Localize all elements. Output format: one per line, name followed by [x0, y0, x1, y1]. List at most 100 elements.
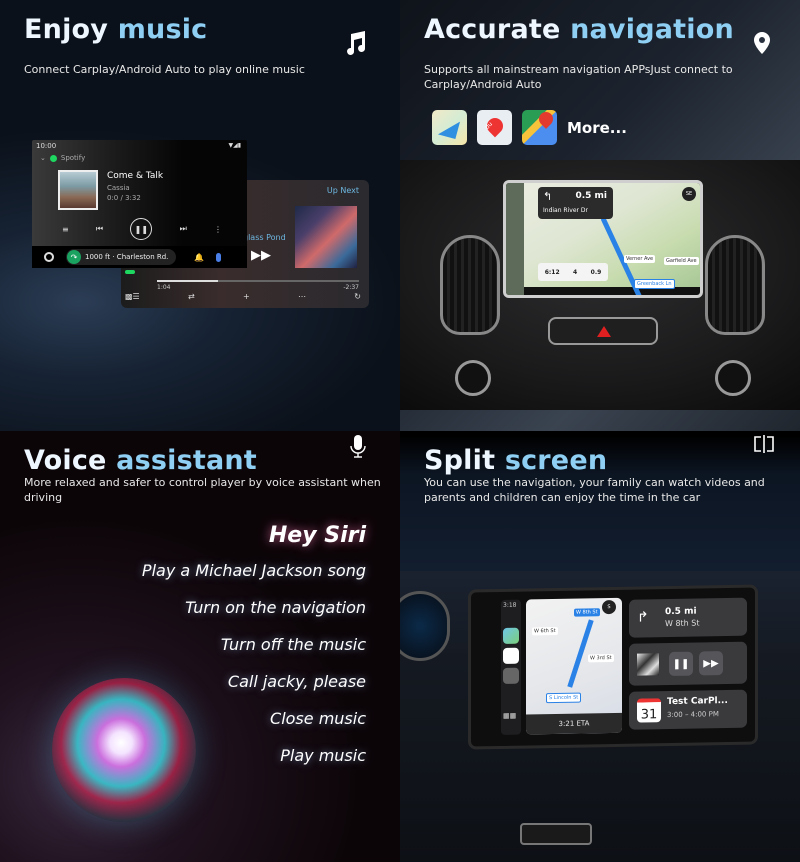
siri-orb-icon[interactable]	[52, 678, 196, 822]
panel-enjoy-music: Enjoy music Connect Carplay/Android Auto…	[0, 0, 400, 431]
voice-command: Turn on the navigation	[185, 598, 366, 617]
panel-description: Supports all mainstream navigation APPsJ…	[424, 63, 733, 91]
hazard-icon	[597, 326, 611, 337]
eta-box[interactable]: 6:12 4 0.9	[538, 263, 608, 281]
app-name: Spotify	[60, 154, 86, 162]
turn-right-icon: ↷	[67, 250, 81, 264]
media-controls: ≡ ⏮ ❚❚ ⏭ ⋮	[62, 218, 222, 240]
calendar-tile[interactable]: 31 Test CarPl... 3:00 – 4:00 PM	[629, 689, 747, 730]
panel-title: Split screen	[424, 445, 608, 476]
street-label: Greenback Ln	[634, 279, 675, 289]
settings-app-icon[interactable]	[503, 667, 519, 684]
album-art	[637, 653, 659, 676]
panel-split-screen: Split screen You can use the navigation,…	[400, 431, 800, 862]
carplay-sidebar: 3:18 ▦▦	[501, 599, 521, 735]
now-playing-tile: ❚❚ ▶▶	[629, 641, 747, 686]
compass-badge[interactable]: SE	[682, 187, 696, 201]
queue-icon[interactable]: ≡	[62, 225, 69, 234]
navigation-chip[interactable]: ↷ 1000 ft · Charleston Rd.	[66, 249, 177, 265]
baidu-maps-icon[interactable]	[477, 110, 512, 145]
panel-title: Accurate navigation	[424, 14, 734, 45]
music-app-icon[interactable]	[503, 647, 519, 664]
more-vert-icon[interactable]: ⋮	[214, 225, 222, 234]
navigation-app-icon[interactable]	[432, 110, 467, 145]
map-view[interactable]: ↰ 0.5 mi Indian River Dr SE Verner Ave G…	[524, 183, 700, 295]
nav-text: 1000 ft · Charleston Rd.	[85, 253, 169, 261]
panel-description: You can use the navigation, your family …	[424, 476, 765, 504]
chevron-down-icon[interactable]: ⌄	[40, 154, 46, 162]
artist-name: Cassia	[107, 184, 130, 192]
layout-icon[interactable]: ▩☰	[125, 292, 140, 301]
profile-badge[interactable]: S	[602, 599, 616, 615]
song-title: Come & Talk	[107, 171, 164, 181]
maps-app-icon[interactable]	[503, 627, 519, 644]
progress-bar[interactable]	[157, 280, 359, 282]
next-icon[interactable]: ⏭	[180, 224, 187, 234]
repeat-icon[interactable]: ↻	[354, 292, 361, 301]
street-label: W 3rd St	[588, 653, 614, 663]
music-note-icon	[347, 31, 366, 55]
turn-left-icon: ↰	[543, 190, 553, 203]
map-view[interactable]: W 6th St W 8th St W 3rd St S Lincoln St …	[526, 597, 622, 735]
panel-title: Enjoy music	[24, 14, 208, 45]
album-art	[58, 170, 98, 210]
eta-bar[interactable]: 3:21 ETA	[526, 712, 622, 735]
pause-button[interactable]: ❚❚	[130, 218, 153, 240]
pause-button[interactable]: ❚❚	[669, 651, 693, 677]
fast-forward-icon[interactable]: ▶▶	[251, 248, 271, 263]
fast-forward-button[interactable]: ▶▶	[699, 651, 723, 676]
app-grid-icon[interactable]: ▦▦	[503, 712, 519, 728]
elapsed-time: 1:04	[157, 284, 171, 291]
carplay-sidebar	[506, 183, 524, 295]
split-screen-icon	[754, 435, 774, 453]
wake-word: Hey Siri	[268, 523, 366, 548]
voice-command: Play a Michael Jackson song	[141, 561, 366, 580]
air-vent	[705, 235, 765, 335]
street-label: Garfield Ave	[664, 257, 699, 265]
event-title: Test CarPl...	[667, 695, 728, 708]
app-header[interactable]: ⌄ Spotify	[40, 154, 85, 162]
player-controls: ▩☰ ⇄ + ⋯ ↻	[125, 292, 361, 301]
carplay-screen: ↰ 0.5 mi Indian River Dr SE Verner Ave G…	[503, 180, 703, 298]
voice-command: Call jacky, please	[227, 672, 366, 691]
hazard-button[interactable]	[548, 317, 658, 345]
panel-description: Connect Carplay/Android Auto to play onl…	[24, 63, 305, 76]
engine-start-button[interactable]	[455, 360, 491, 396]
panel-description: More relaxed and safer to control player…	[24, 476, 381, 504]
microphone-icon[interactable]	[216, 252, 222, 262]
bell-icon[interactable]: 🔔	[194, 253, 204, 262]
up-next-label[interactable]: Up Next	[327, 186, 359, 195]
more-apps-link[interactable]: More...	[567, 119, 627, 137]
turn-tile[interactable]: ↱ 0.5 mi W 8th St	[629, 597, 747, 638]
spotify-indicator	[125, 270, 135, 274]
previous-icon[interactable]: ⏮	[96, 224, 103, 234]
signal-icon: ▼◢▮	[228, 142, 241, 149]
more-icon[interactable]: ⋯	[298, 292, 306, 301]
dashboard-knob[interactable]	[715, 360, 751, 396]
status-clock: 3:18	[503, 601, 517, 609]
street-label: W 6th St	[532, 626, 558, 636]
panel-accurate-navigation: Accurate navigation Supports all mainstr…	[400, 0, 800, 431]
panel-title: Voice assistant	[24, 445, 257, 476]
microphone-icon	[350, 435, 366, 458]
event-time: 3:00 – 4:00 PM	[667, 710, 719, 720]
home-button[interactable]	[44, 252, 54, 262]
calendar-icon: 31	[637, 698, 661, 723]
street-label: S Lincoln St	[546, 692, 582, 704]
progress-fill	[157, 280, 218, 282]
navigation-apps: More...	[432, 110, 627, 145]
shuffle-icon[interactable]: ⇄	[188, 292, 195, 301]
street-label: Verner Ave	[624, 255, 656, 263]
google-maps-icon[interactable]	[522, 110, 557, 145]
instrument-gauge	[400, 591, 450, 661]
add-icon[interactable]: +	[243, 292, 250, 301]
air-vent	[440, 235, 500, 335]
location-pin-icon	[754, 32, 770, 54]
turn-instruction: ↰ 0.5 mi Indian River Dr	[538, 187, 613, 219]
turn-right-icon: ↱	[637, 609, 649, 626]
remaining-time: -2:37	[343, 284, 359, 291]
android-auto-card: 10:00 ▼◢▮ ⌄ Spotify Come & Talk Cassia 0…	[32, 140, 247, 268]
spotify-icon	[49, 154, 57, 162]
carplay-screen: 3:18 ▦▦ W 6th St W 8th St W 3rd St S Lin…	[468, 584, 758, 750]
track-title: glass Pond	[243, 233, 286, 242]
